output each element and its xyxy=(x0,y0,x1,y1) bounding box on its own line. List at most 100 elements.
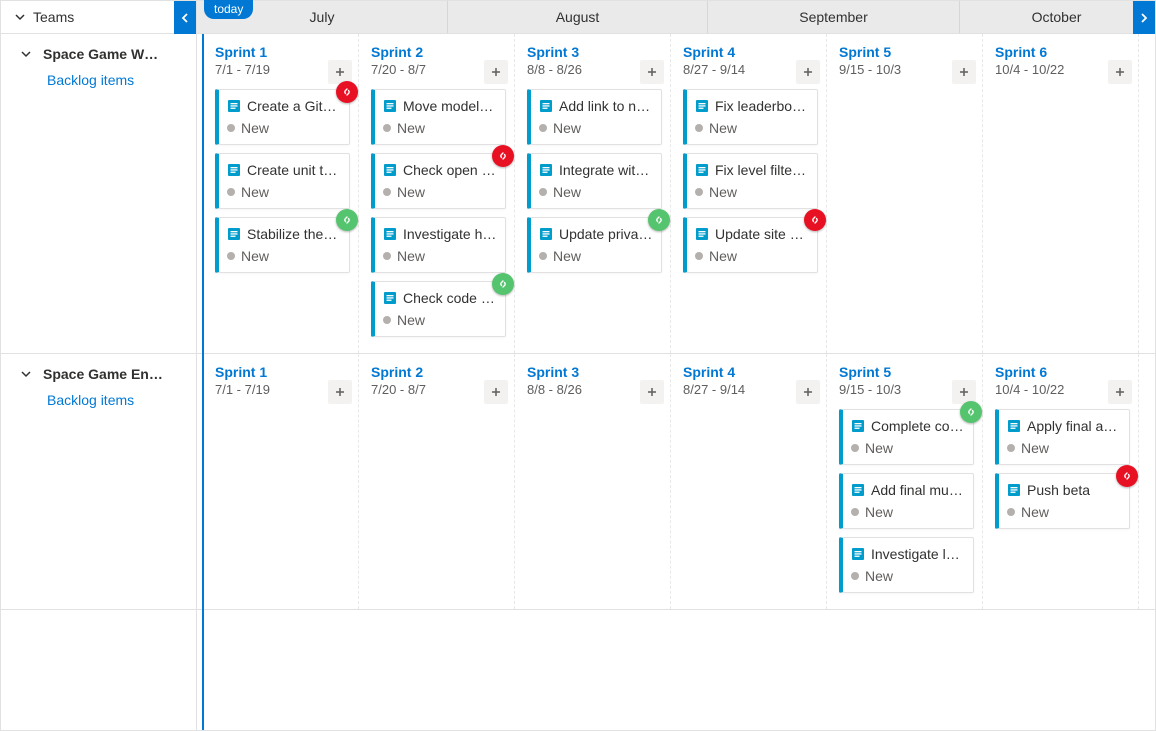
card-state: New xyxy=(227,120,341,136)
month-header: October xyxy=(960,1,1154,33)
sprint-header: Sprint 27/20 - 8/7 xyxy=(371,364,506,397)
link-badge-icon[interactable] xyxy=(1116,465,1138,487)
pbi-icon xyxy=(539,227,553,241)
work-item-card[interactable]: Integrate with…New xyxy=(527,153,662,209)
state-label: New xyxy=(1021,440,1049,456)
sprint-column: Sprint 27/20 - 8/7 xyxy=(359,354,515,609)
work-item-card[interactable]: Investigate ho… New xyxy=(371,217,506,273)
work-item-card[interactable]: Check open s… New xyxy=(371,153,506,209)
sprint-name[interactable]: Sprint 2 xyxy=(371,364,506,380)
work-item-card[interactable]: Complete co…New xyxy=(839,409,974,465)
add-item-button[interactable] xyxy=(1108,60,1132,84)
add-item-button[interactable] xyxy=(796,380,820,404)
pbi-icon xyxy=(383,227,397,241)
link-badge-icon[interactable] xyxy=(804,209,826,231)
state-label: New xyxy=(241,184,269,200)
link-badge-icon[interactable] xyxy=(492,273,514,295)
sprint-name[interactable]: Sprint 6 xyxy=(995,364,1130,380)
state-label: New xyxy=(397,120,425,136)
card-title: Create unit te… xyxy=(247,162,341,178)
work-item-card[interactable]: Check code f… New xyxy=(371,281,506,337)
sprint-header: Sprint 48/27 - 9/14 xyxy=(683,364,818,397)
add-item-button[interactable] xyxy=(796,60,820,84)
add-item-button[interactable] xyxy=(640,60,664,84)
card-state: New xyxy=(851,440,965,456)
team-header[interactable]: Space Game W… xyxy=(1,34,196,66)
card-title: Add final mus… xyxy=(871,482,965,498)
link-badge-icon[interactable] xyxy=(336,81,358,103)
delivery-plan-root: Teams Space Game W…Backlog itemsSpace Ga… xyxy=(0,0,1156,731)
work-item-card[interactable]: Create unit te… New xyxy=(215,153,350,209)
state-label: New xyxy=(397,248,425,264)
work-item-card[interactable]: Create a Git-b…New xyxy=(215,89,350,145)
sprint-header: Sprint 59/15 - 10/3 xyxy=(839,364,974,397)
sprint-header: Sprint 610/4 - 10/22 xyxy=(995,44,1130,77)
sprint-name[interactable]: Sprint 1 xyxy=(215,44,350,60)
state-label: New xyxy=(397,312,425,328)
card-title: Move model … xyxy=(403,98,497,114)
state-dot-icon xyxy=(1007,508,1015,516)
sprint-name[interactable]: Sprint 2 xyxy=(371,44,506,60)
link-badge-icon[interactable] xyxy=(648,209,670,231)
work-item-card[interactable]: Update privac…New xyxy=(527,217,662,273)
card-title: Check code f… xyxy=(403,290,497,306)
pbi-icon xyxy=(539,163,553,177)
add-item-button[interactable] xyxy=(952,60,976,84)
backlog-items-link[interactable]: Backlog items xyxy=(1,66,196,94)
sprint-name[interactable]: Sprint 5 xyxy=(839,44,974,60)
work-item-card[interactable]: Add final mus…New xyxy=(839,473,974,529)
sprint-header: Sprint 27/20 - 8/7 xyxy=(371,44,506,77)
team-name: Space Game En… xyxy=(43,366,163,382)
card-title: Check open s… xyxy=(403,162,497,178)
state-dot-icon xyxy=(539,188,547,196)
state-dot-icon xyxy=(851,508,859,516)
add-item-button[interactable] xyxy=(484,380,508,404)
work-item-card[interactable]: Add link to ne…New xyxy=(527,89,662,145)
state-label: New xyxy=(1021,504,1049,520)
sprint-name[interactable]: Sprint 6 xyxy=(995,44,1130,60)
link-badge-icon[interactable] xyxy=(492,145,514,167)
team-row: Sprint 17/1 - 7/19Sprint 27/20 - 8/7Spri… xyxy=(197,354,1155,610)
work-item-card[interactable]: Fix leaderboar…New xyxy=(683,89,818,145)
sprint-header: Sprint 38/8 - 8/26 xyxy=(527,364,662,397)
card-title: Investigate ho… xyxy=(403,226,497,242)
work-item-card[interactable]: Update site br…New xyxy=(683,217,818,273)
link-badge-icon[interactable] xyxy=(960,401,982,423)
work-item-card[interactable]: Investigate la…New xyxy=(839,537,974,593)
state-label: New xyxy=(709,184,737,200)
card-state: New xyxy=(695,248,809,264)
sprint-name[interactable]: Sprint 3 xyxy=(527,364,662,380)
sprint-name[interactable]: Sprint 5 xyxy=(839,364,974,380)
today-marker: today xyxy=(204,0,253,19)
work-item-card[interactable]: Apply final art…New xyxy=(995,409,1130,465)
scroll-right-button[interactable] xyxy=(1133,1,1155,34)
add-item-button[interactable] xyxy=(1108,380,1132,404)
card-state: New xyxy=(695,184,809,200)
collapse-sidebar-button[interactable] xyxy=(174,1,196,34)
card-title: Push beta xyxy=(1027,482,1090,498)
state-dot-icon xyxy=(383,252,391,260)
backlog-items-link[interactable]: Backlog items xyxy=(1,386,196,414)
card-title: Stabilize the b… xyxy=(247,226,341,242)
sprint-name[interactable]: Sprint 1 xyxy=(215,364,350,380)
link-badge-icon[interactable] xyxy=(336,209,358,231)
add-item-button[interactable] xyxy=(484,60,508,84)
sprint-name[interactable]: Sprint 3 xyxy=(527,44,662,60)
state-label: New xyxy=(709,120,737,136)
work-item-card[interactable]: Fix level filteri…New xyxy=(683,153,818,209)
work-item-card[interactable]: Stabilize the b…New xyxy=(215,217,350,273)
chevron-down-icon xyxy=(21,369,31,379)
card-state: New xyxy=(1007,504,1121,520)
add-item-button[interactable] xyxy=(328,380,352,404)
team-header[interactable]: Space Game En… xyxy=(1,354,196,386)
work-item-card[interactable]: Move model … New xyxy=(371,89,506,145)
card-state: New xyxy=(383,184,497,200)
month-header: August xyxy=(448,1,708,33)
add-item-button[interactable] xyxy=(640,380,664,404)
sprint-name[interactable]: Sprint 4 xyxy=(683,364,818,380)
sprint-name[interactable]: Sprint 4 xyxy=(683,44,818,60)
sprint-header: Sprint 38/8 - 8/26 xyxy=(527,44,662,77)
work-item-card[interactable]: Push beta New xyxy=(995,473,1130,529)
state-label: New xyxy=(553,184,581,200)
pbi-icon xyxy=(851,483,865,497)
